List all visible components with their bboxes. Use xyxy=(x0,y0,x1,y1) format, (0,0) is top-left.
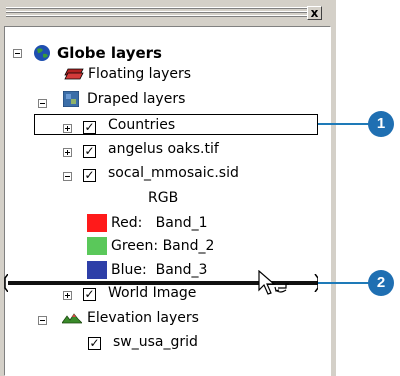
selected-layer-outline xyxy=(34,114,318,135)
collapse-toggle-draped-layers[interactable] xyxy=(38,99,47,108)
checkbox-angelus-oaks[interactable]: ✓ xyxy=(83,145,96,158)
collapse-toggle-socal-mmosaic[interactable] xyxy=(63,172,72,181)
close-button[interactable]: x xyxy=(307,6,322,20)
floating-layers-icon xyxy=(64,68,84,80)
red-band-swatch xyxy=(87,214,107,232)
collapse-toggle-globe-layers[interactable] xyxy=(13,49,22,58)
expand-toggle-angelus-oaks[interactable] xyxy=(63,148,72,157)
layer-world-image[interactable]: World Image xyxy=(108,283,196,303)
titlebar-grip xyxy=(6,11,314,13)
callout-badge-1: 1 xyxy=(368,111,394,137)
drag-cursor-icon xyxy=(258,270,289,295)
callout-leader-line xyxy=(318,123,372,125)
band-label-green: Green: Band_2 xyxy=(111,238,215,254)
globe-icon xyxy=(34,45,50,61)
titlebar-grip xyxy=(6,7,314,9)
band-label-red: Red: Band_1 xyxy=(111,215,208,231)
layer-sw-usa-grid[interactable]: sw_usa_grid xyxy=(113,332,198,352)
rgb-legend-heading: RGB xyxy=(148,190,179,206)
layer-socal-mmosaic[interactable]: socal_mmosaic.sid xyxy=(108,163,239,183)
draped-layers-icon xyxy=(63,91,79,107)
layer-floating-layers[interactable]: Floating layers xyxy=(88,64,191,84)
checkbox-world-image[interactable]: ✓ xyxy=(83,288,96,301)
elevation-layers-icon xyxy=(62,313,82,324)
drop-line-left-marker xyxy=(4,274,8,292)
green-band-swatch xyxy=(87,237,107,255)
expand-toggle-world-image[interactable] xyxy=(63,291,72,300)
checkbox-socal-mmosaic[interactable]: ✓ xyxy=(83,169,96,182)
layer-tree: Globe layers Floating layers Draped laye… xyxy=(4,26,331,376)
table-of-contents-panel: x Globe layers Floating layers Draped la… xyxy=(0,0,336,376)
blue-band-swatch xyxy=(87,261,107,279)
panel-titlebar[interactable]: x xyxy=(0,0,336,24)
band-label-blue: Blue: Band_3 xyxy=(111,262,208,278)
titlebar-grip xyxy=(6,15,314,17)
layer-angelus-oaks[interactable]: angelus oaks.tif xyxy=(108,139,219,159)
layer-globe-layers[interactable]: Globe layers xyxy=(57,43,162,63)
checkbox-sw-usa-grid[interactable]: ✓ xyxy=(88,337,101,350)
collapse-toggle-elevation-layers[interactable] xyxy=(38,316,47,325)
callout-badge-2: 2 xyxy=(368,270,394,296)
layer-elevation-layers[interactable]: Elevation layers xyxy=(87,308,199,328)
layer-draped-layers[interactable]: Draped layers xyxy=(87,89,185,109)
callout-leader-line xyxy=(318,282,372,284)
